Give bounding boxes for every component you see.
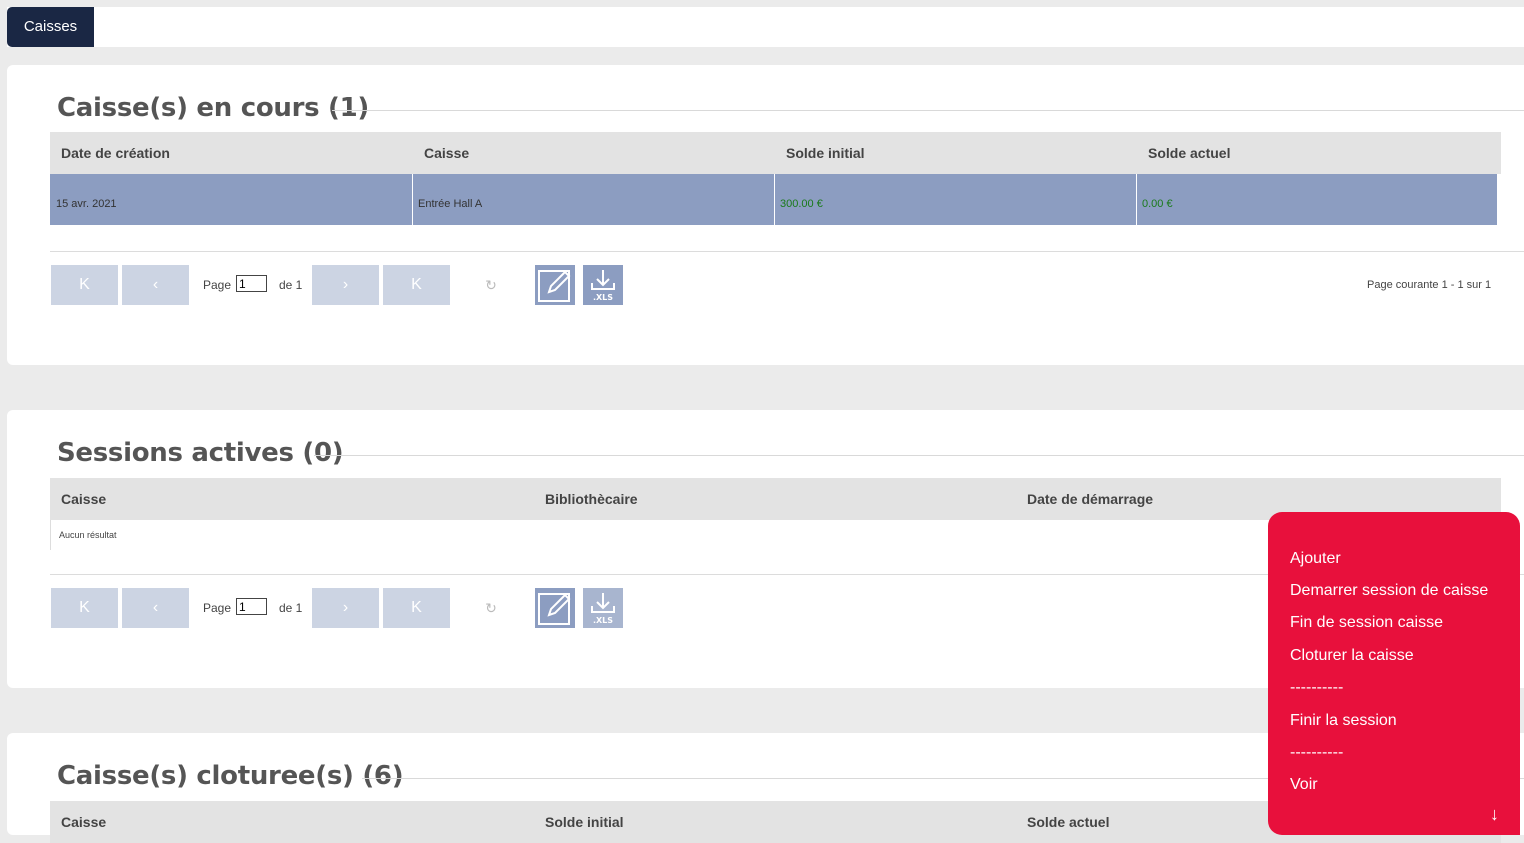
cell-solde-actuel: 0.00 € — [1142, 198, 1173, 210]
edit-icon — [538, 593, 571, 625]
edit-icon — [538, 270, 571, 302]
edit-button[interactable] — [535, 588, 575, 628]
first-page-button[interactable]: K — [51, 588, 118, 628]
menu-item-ajouter[interactable]: Ajouter — [1290, 550, 1341, 568]
menu-item-demarrer-session[interactable]: Demarrer session de caisse — [1290, 582, 1488, 600]
page-total: de 1 — [279, 278, 303, 292]
tab-caisses[interactable]: Caisses — [7, 7, 94, 47]
column-header[interactable]: Date de démarrage — [1027, 478, 1153, 520]
xls-export-icon: .XLS — [591, 593, 615, 625]
xls-export-icon: .XLS — [591, 270, 615, 302]
menu-item-finir-session[interactable]: Finir la session — [1290, 712, 1397, 730]
column-header[interactable]: Solde actuel — [1148, 132, 1230, 174]
top-tab-bar: Caisses — [7, 7, 1524, 47]
next-page-icon: › — [342, 599, 349, 616]
page-number-input[interactable] — [236, 275, 267, 292]
cell-solde-initial: 300.00 € — [780, 198, 823, 210]
prev-page-icon: ‹ — [152, 276, 159, 293]
refresh-icon[interactable]: ↻ — [483, 600, 499, 616]
menu-separator: ---------- — [1290, 679, 1344, 696]
cell-date: 15 avr. 2021 — [56, 198, 117, 210]
last-page-icon: K — [411, 599, 422, 616]
page-number-input[interactable] — [236, 598, 267, 615]
prev-page-button[interactable]: ‹ — [122, 588, 189, 628]
column-header[interactable]: Caisse — [424, 132, 469, 174]
title-divider — [332, 110, 1524, 111]
page-label: Page — [203, 278, 232, 292]
panel-title: Caisse(s) cloturee(s) (6) — [57, 761, 404, 791]
menu-item-voir[interactable]: Voir — [1290, 776, 1318, 794]
prev-page-icon: ‹ — [152, 599, 159, 616]
menu-item-fin-session[interactable]: Fin de session caisse — [1290, 614, 1443, 632]
table-row[interactable]: 15 avr. 2021 Entrée Hall A 300.00 € 0.00… — [50, 174, 1497, 225]
pager-info: Page courante 1 - 1 sur 1 — [1367, 279, 1492, 291]
cell-divider — [774, 174, 775, 225]
cell-divider — [1136, 174, 1137, 225]
column-header[interactable]: Caisse — [61, 478, 106, 520]
first-page-button[interactable]: K — [51, 265, 118, 305]
last-page-button[interactable]: K — [383, 588, 450, 628]
xls-label: .XLS — [593, 616, 613, 625]
first-page-icon: K — [79, 599, 90, 616]
first-page-icon: K — [79, 276, 90, 293]
actions-menu: Ajouter Demarrer session de caisse Fin d… — [1268, 512, 1520, 835]
panel-title: Sessions actives (0) — [57, 438, 344, 468]
menu-separator: ---------- — [1290, 744, 1344, 761]
column-header[interactable]: Solde actuel — [1027, 801, 1109, 843]
title-divider — [314, 455, 1524, 456]
edit-button[interactable] — [535, 265, 575, 305]
empty-message: Aucun résultat — [59, 530, 117, 540]
next-page-button[interactable]: › — [312, 588, 379, 628]
column-header[interactable]: Date de création — [61, 132, 170, 174]
last-page-icon: K — [411, 276, 422, 293]
column-header[interactable]: Solde initial — [545, 801, 624, 843]
export-xls-button[interactable]: .XLS — [583, 588, 623, 628]
pager-divider — [50, 251, 1524, 252]
panel-title: Caisse(s) en cours (1) — [57, 93, 370, 123]
prev-page-button[interactable]: ‹ — [122, 265, 189, 305]
menu-item-cloturer-caisse[interactable]: Cloturer la caisse — [1290, 647, 1414, 665]
page-label: Page — [203, 601, 232, 615]
column-header[interactable]: Caisse — [61, 801, 106, 843]
column-header[interactable]: Bibliothècaire — [545, 478, 638, 520]
refresh-icon[interactable]: ↻ — [483, 277, 499, 293]
cell-caisse: Entrée Hall A — [418, 198, 483, 210]
column-header[interactable]: Solde initial — [786, 132, 865, 174]
arrow-down-icon[interactable]: ↓ — [1490, 804, 1499, 825]
xls-label: .XLS — [593, 293, 613, 302]
panel-caisses-en-cours: Caisse(s) en cours (1) Date de création … — [7, 65, 1524, 365]
cell-divider — [50, 520, 51, 550]
table-header: Date de création Caisse Solde initial So… — [50, 132, 1501, 174]
last-page-button[interactable]: K — [383, 265, 450, 305]
export-xls-button[interactable]: .XLS — [583, 265, 623, 305]
page-total: de 1 — [279, 601, 303, 615]
next-page-icon: › — [342, 276, 349, 293]
next-page-button[interactable]: › — [312, 265, 379, 305]
cell-divider — [412, 174, 413, 225]
